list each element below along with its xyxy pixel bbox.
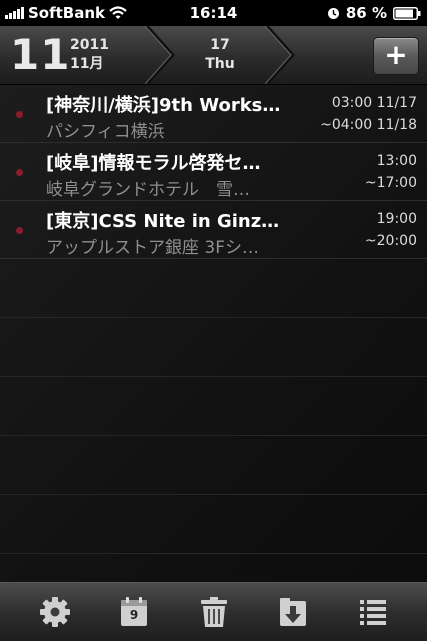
date-header: 11 2011 11月 17 Thu + [0, 26, 427, 85]
event-location: アップルストア銀座 3Fシ… [46, 238, 259, 258]
battery-percent: 86 % [345, 4, 387, 22]
chevron-divider-icon [265, 26, 295, 84]
event-list: [神奈川/横浜]9th Works… パシフィコ横浜 03:00 11/17 ~… [0, 85, 427, 582]
alarm-clock-icon [327, 7, 339, 19]
gear-icon [40, 597, 70, 627]
status-right-group: 86 % [327, 4, 421, 22]
trash-icon [201, 597, 227, 627]
calendar-day-number: 9 [129, 608, 139, 622]
add-event-button[interactable]: + [373, 37, 419, 75]
event-row[interactable]: [岐阜]情報モラル啓発セ… 岐阜グランドホテル 雪… 13:00 ~17:00 [0, 143, 427, 201]
event-dot-icon [16, 111, 23, 118]
empty-row [0, 318, 427, 377]
empty-row [0, 259, 427, 318]
empty-row [0, 436, 427, 495]
event-title: [神奈川/横浜]9th Works… [46, 95, 281, 116]
bottom-toolbar: 9 [0, 582, 427, 641]
event-dot-icon [16, 169, 23, 176]
calendar-button[interactable]: 9 [117, 595, 151, 629]
empty-row [0, 377, 427, 436]
battery-icon [393, 6, 421, 20]
event-start-time: 19:00 [376, 211, 417, 227]
event-dot-icon [16, 227, 23, 234]
status-bar: SoftBank 16:14 86 % [0, 0, 427, 26]
event-row[interactable]: [東京]CSS Nite in Ginz… アップルストア銀座 3Fシ… 19:… [0, 201, 427, 259]
event-location: 岐阜グランドホテル 雪… [46, 180, 250, 200]
event-start-time: 03:00 11/17 [331, 95, 417, 111]
event-title: [東京]CSS Nite in Ginz… [46, 211, 280, 232]
event-start-time: 13:00 [376, 153, 417, 169]
settings-button[interactable] [38, 595, 72, 629]
event-title: [岐阜]情報モラル啓発セ… [46, 153, 261, 174]
empty-row [0, 495, 427, 554]
current-day: 11 [10, 30, 71, 79]
delete-button[interactable] [197, 595, 231, 629]
current-month: 11月 [70, 56, 104, 72]
event-end-time: ~20:00 [364, 233, 417, 249]
year-month: 2011 11月 [70, 36, 109, 74]
current-year: 2011 [70, 37, 109, 53]
event-end-time: ~17:00 [364, 175, 417, 191]
list-icon [360, 600, 386, 625]
import-button[interactable] [276, 595, 310, 629]
event-end-time: ~04:00 11/18 [320, 117, 417, 133]
event-location: パシフィコ横浜 [46, 122, 165, 142]
list-view-button[interactable] [356, 595, 390, 629]
download-icon [280, 598, 306, 626]
event-row[interactable]: [神奈川/横浜]9th Works… パシフィコ横浜 03:00 11/17 ~… [0, 85, 427, 143]
